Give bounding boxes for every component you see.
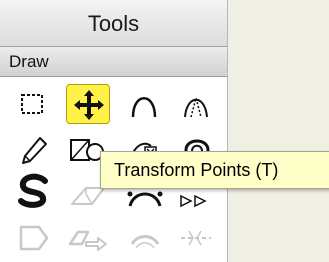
tooltip: Transform Points (T) — [100, 151, 329, 189]
freehand-curve-icon — [18, 173, 48, 208]
dashed-line-tool[interactable] — [175, 218, 219, 258]
curve-tool-icon — [131, 97, 157, 118]
freehand-curve-tool[interactable] — [13, 170, 57, 210]
tooltip-text: Transform Points (T) — [114, 160, 279, 180]
draw-section-label: Draw — [9, 52, 49, 71]
shape-outline-tool[interactable] — [13, 218, 57, 258]
rectangular-selection-tool[interactable] — [13, 84, 57, 124]
spline-curve-icon — [184, 95, 208, 118]
pencil-tool[interactable] — [13, 131, 57, 171]
shape-outline-icon — [19, 225, 49, 251]
curve-path-tool[interactable] — [124, 218, 168, 258]
curve-path-icon — [130, 235, 160, 249]
palette-header: Tools — [0, 0, 227, 47]
rectangular-selection-icon — [21, 94, 43, 114]
pencil-icon — [22, 137, 47, 164]
dashed-line-icon — [181, 230, 211, 246]
transform-points-icon — [74, 90, 104, 120]
transform-points-tool[interactable] — [66, 84, 110, 124]
shape-arrow-tool[interactable] — [66, 218, 110, 258]
shape-arrow-icon — [68, 230, 107, 251]
palette-title: Tools — [87, 11, 140, 36]
draw-section-header[interactable]: Draw — [0, 47, 227, 77]
tools-palette: Tools Draw — [0, 0, 228, 262]
curve-tool[interactable] — [124, 84, 168, 124]
spline-curve-tool[interactable] — [175, 84, 219, 124]
